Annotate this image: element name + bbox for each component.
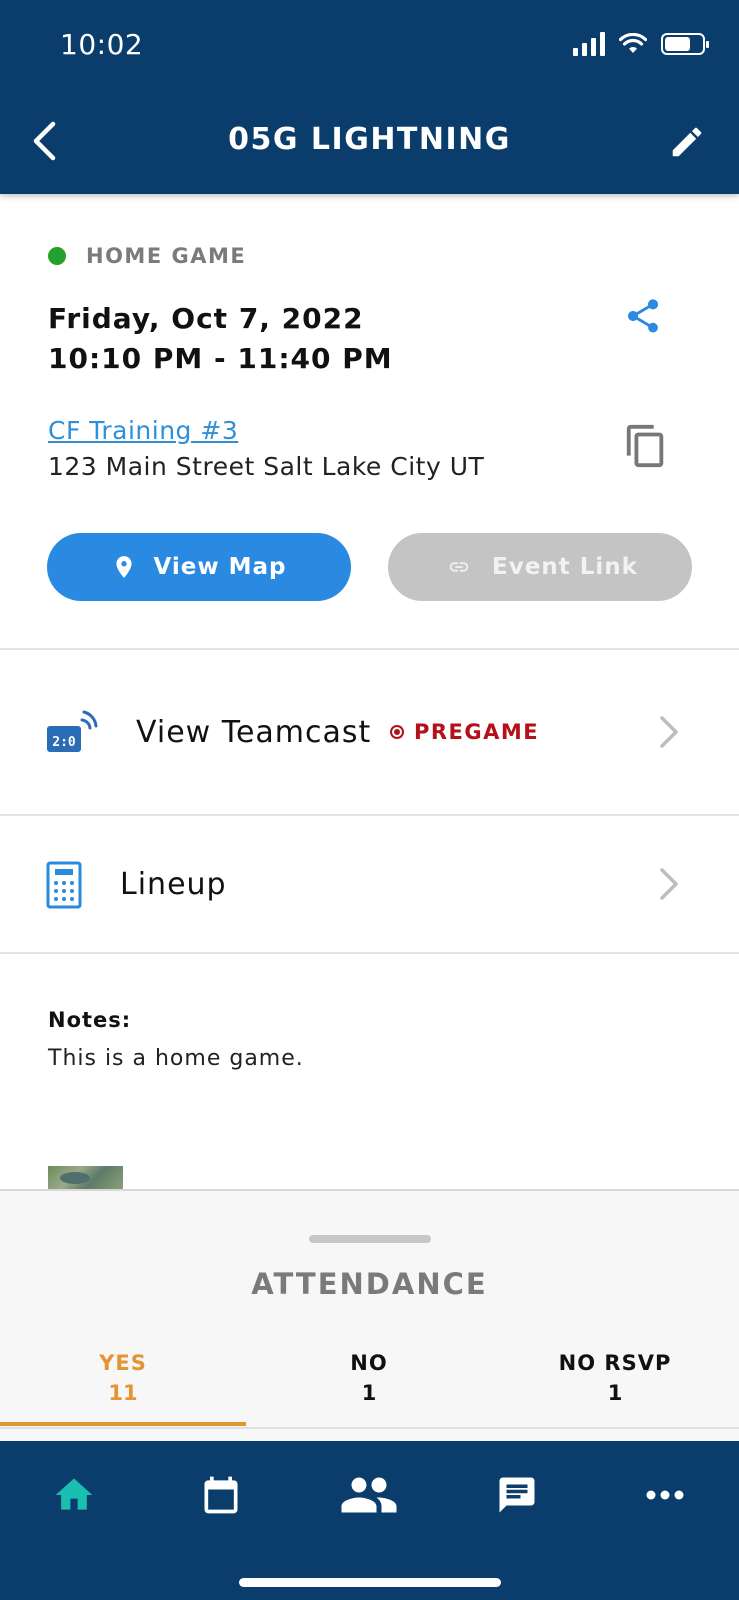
chevron-right-icon	[660, 868, 678, 900]
event-details: HOME GAME Friday, Oct 7, 2022 10:10 PM -…	[0, 194, 739, 650]
chevron-right-icon	[660, 716, 678, 748]
game-type: HOME GAME	[48, 244, 246, 268]
link-icon	[449, 562, 469, 572]
attendance-tab-no-rsvp[interactable]: NO RSVP 1	[492, 1351, 738, 1405]
active-tab-indicator	[0, 1422, 246, 1426]
app-header: 10:02 05G LIGHTNING	[0, 0, 739, 194]
view-map-button[interactable]: View Map	[47, 533, 351, 601]
attendance-tab-no[interactable]: NO 1	[246, 1351, 492, 1405]
teamcast-icon: 2:0	[47, 710, 98, 752]
notes-text: This is a home game.	[48, 1046, 304, 1071]
event-time: 10:10 PM - 11:40 PM	[48, 342, 393, 375]
copy-icon	[626, 424, 664, 468]
event-link-label: Event Link	[492, 554, 638, 580]
event-link-button[interactable]: Event Link	[388, 533, 692, 601]
signal-icon	[573, 32, 605, 56]
bottom-nav	[0, 1441, 739, 1600]
attendance-tab-count: 1	[361, 1381, 377, 1405]
lineup-label: Lineup	[120, 866, 227, 902]
attendance-tab-count: 1	[607, 1381, 623, 1405]
share-button[interactable]	[623, 296, 663, 336]
wifi-icon	[619, 33, 647, 53]
pregame-badge: PREGAME	[390, 720, 539, 744]
view-teamcast-label: View Teamcast	[136, 714, 372, 750]
attendance-tab-label: NO	[350, 1351, 388, 1375]
share-icon	[627, 299, 659, 333]
home-indicator	[239, 1578, 501, 1587]
copy-address-button[interactable]	[623, 422, 669, 470]
svg-text:2:0: 2:0	[52, 735, 76, 750]
lineup-row[interactable]: Lineup	[0, 816, 739, 954]
home-icon	[55, 1478, 93, 1510]
nav-more[interactable]	[635, 1465, 695, 1525]
attachment-thumbnail[interactable]	[48, 1166, 123, 1190]
nav-home[interactable]	[44, 1465, 104, 1525]
nav-team[interactable]	[339, 1465, 399, 1525]
status-time: 10:02	[60, 28, 144, 61]
attendance-title: ATTENDANCE	[251, 1267, 488, 1301]
nav-messages[interactable]	[487, 1465, 547, 1525]
divider	[0, 1427, 739, 1429]
map-pin-icon	[116, 556, 133, 578]
view-teamcast-row[interactable]: 2:0 View Teamcast PREGAME	[0, 650, 739, 816]
status-icons	[573, 32, 709, 56]
pencil-icon	[672, 127, 702, 157]
team-icon	[341, 1477, 397, 1513]
nav-calendar[interactable]	[191, 1465, 251, 1525]
game-type-label: HOME GAME	[86, 244, 247, 268]
lineup-icon	[46, 861, 82, 909]
sheet-drag-handle[interactable]	[309, 1235, 431, 1243]
home-status-dot	[48, 247, 66, 265]
live-record-icon	[390, 725, 404, 739]
event-date: Friday, Oct 7, 2022	[48, 302, 364, 335]
notes-label: Notes:	[48, 1008, 132, 1032]
location-link[interactable]: CF Training #3	[48, 416, 238, 445]
messages-icon	[499, 1477, 535, 1513]
page-title: 05G LIGHTNING	[228, 122, 511, 157]
attendance-tab-label: YES	[99, 1351, 147, 1375]
location-address: 123 Main Street Salt Lake City UT	[48, 452, 485, 481]
view-map-label: View Map	[153, 554, 287, 580]
attendance-tab-yes[interactable]: YES 11	[0, 1351, 246, 1405]
attendance-sheet: ATTENDANCE YES 11 NO 1 NO RSVP 1	[0, 1189, 739, 1441]
edit-button[interactable]	[665, 120, 709, 164]
attendance-tab-count: 11	[108, 1381, 138, 1405]
pregame-label: PREGAME	[414, 720, 540, 744]
calendar-icon	[204, 1476, 238, 1514]
more-icon	[646, 1490, 684, 1500]
attendance-tab-label: NO RSVP	[558, 1351, 672, 1375]
battery-icon	[661, 33, 709, 55]
